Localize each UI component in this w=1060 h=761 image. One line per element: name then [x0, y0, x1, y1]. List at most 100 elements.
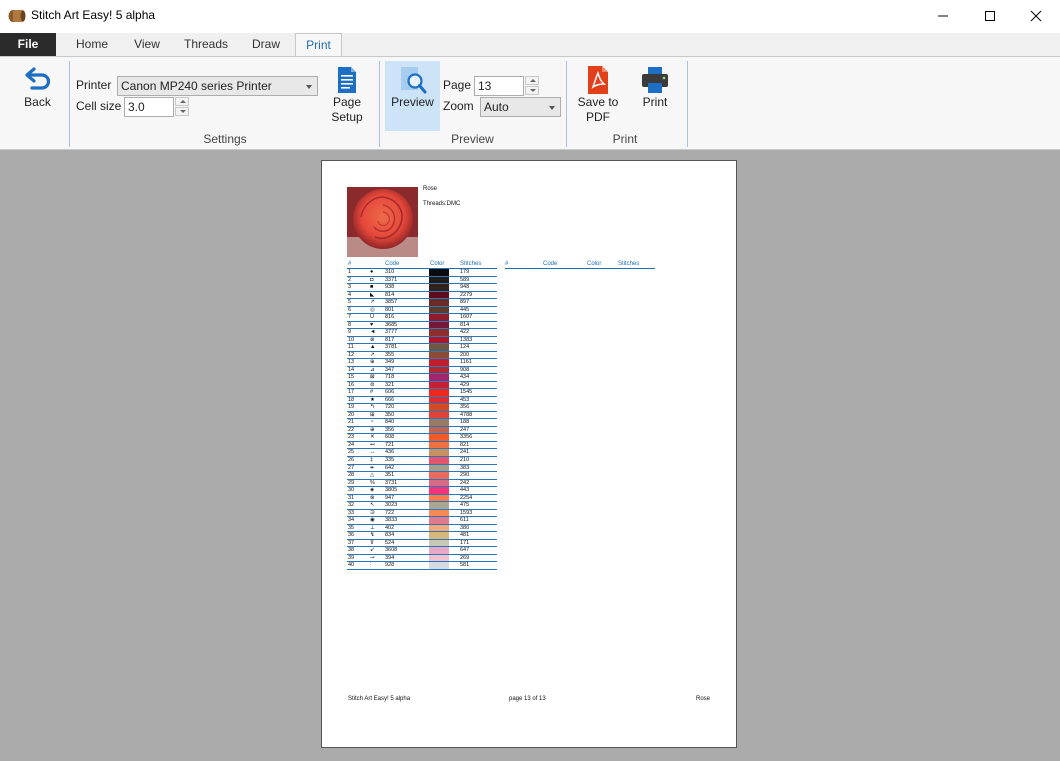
page-down-button[interactable]: [525, 86, 539, 95]
row-code: 356: [385, 426, 395, 433]
table-row: 15 ⊠ 718 434: [347, 374, 497, 382]
table-row: 5 ↗ 3857 897: [347, 299, 497, 307]
row-stitches: 611: [460, 517, 469, 524]
row-number: 16: [348, 381, 355, 388]
row-symbol: ⊗: [370, 336, 375, 343]
row-symbol: ⊠: [370, 374, 375, 381]
row-code: 3781: [385, 344, 398, 351]
row-number: 4: [348, 291, 352, 298]
page-number-value: 13: [478, 79, 492, 93]
row-symbol: Ü: [370, 314, 374, 321]
save-pdf-label-1: Save to: [577, 95, 619, 109]
row-number: 5: [348, 299, 352, 306]
row-symbol: ◔: [370, 419, 374, 426]
row-number: 19: [348, 404, 355, 411]
color-swatch: [429, 374, 449, 381]
color-swatch: [429, 441, 449, 449]
color-swatch: [429, 464, 449, 472]
tab-draw[interactable]: Draw: [240, 33, 292, 56]
table-row: 9 ◄ 3777 422: [347, 329, 497, 337]
color-swatch: [429, 366, 449, 374]
color-swatch: [429, 299, 449, 306]
row-stitches: 908: [460, 366, 470, 373]
row-code: 351: [385, 472, 395, 479]
preview-button[interactable]: Preview: [385, 61, 440, 131]
table-row: 19 ↰ 720 356: [347, 404, 497, 412]
zoom-value: Auto: [484, 100, 509, 114]
header-color: Color: [430, 261, 445, 267]
back-button[interactable]: Back: [10, 65, 65, 110]
row-number: 13: [348, 359, 355, 366]
minimize-button[interactable]: [920, 0, 966, 32]
row-number: 3: [348, 284, 352, 291]
color-swatch: [429, 321, 449, 329]
row-stitches: 2254: [460, 494, 473, 501]
row-symbol: ◣: [370, 291, 375, 298]
row-code: 722: [385, 509, 395, 516]
maximize-button[interactable]: [967, 0, 1013, 32]
table-row: 22 ⊕ 356 247: [347, 426, 497, 435]
zoom-select[interactable]: Auto: [480, 97, 561, 117]
row-stitches: 1545: [460, 389, 473, 396]
row-stitches: 581: [460, 562, 470, 569]
header-code: Code: [385, 261, 400, 267]
page-up-button[interactable]: [525, 76, 539, 85]
color-swatch: [429, 344, 449, 351]
row-number: 2: [348, 276, 352, 283]
row-symbol: ⊸: [370, 554, 375, 561]
row-stitches: 269: [460, 554, 470, 561]
footer-pattern-name: Rose: [696, 696, 711, 702]
color-swatch: [429, 524, 449, 532]
color-swatch: [429, 306, 449, 314]
color-swatch: [429, 539, 449, 547]
row-symbol: ↰: [370, 404, 375, 411]
row-code: 938: [385, 284, 395, 291]
tab-threads[interactable]: Threads: [176, 33, 236, 56]
cell-size-input[interactable]: 3.0: [124, 97, 189, 117]
cell-size-up-button[interactable]: [175, 97, 189, 106]
row-symbol: ↤: [370, 441, 375, 448]
row-number: 22: [348, 426, 355, 433]
magnifier-icon: [400, 67, 426, 94]
row-code: 3833: [385, 517, 398, 524]
header-color: Color: [587, 261, 602, 267]
cell-size-down-button[interactable]: [175, 107, 189, 116]
row-stitches: 210: [460, 457, 470, 463]
table-row: 16 ⊜ 321 429: [347, 381, 497, 390]
preview-page: Rose Threads:DMC # Code Color Stitches #…: [321, 160, 737, 748]
row-symbol: △: [370, 472, 375, 479]
table-row: 3 ■ 938 948: [347, 284, 497, 292]
table-row: 38 ↙ 3608 647: [347, 547, 497, 555]
row-code: 817: [385, 336, 395, 343]
page-setup-button[interactable]: Page Setup: [326, 65, 368, 125]
chevron-down-icon: [306, 85, 312, 89]
row-code: 3371: [385, 276, 398, 283]
print-button[interactable]: Print: [632, 65, 678, 110]
row-symbol: ◈: [370, 487, 375, 494]
table-row: 2 ◘ 3371 589: [347, 276, 497, 285]
table-row: 10 ⊗ 817 1383: [347, 336, 497, 345]
color-swatch: [429, 269, 449, 276]
table-row: 14 ⊿ 347 908: [347, 366, 497, 375]
app-logo-icon: [8, 10, 26, 22]
row-symbol: ⊿: [370, 366, 375, 373]
row-code: 3023: [385, 502, 398, 509]
page-number-input[interactable]: 13: [474, 76, 539, 96]
tab-file[interactable]: File: [0, 33, 56, 56]
row-stitches: 241: [460, 449, 470, 456]
row-code: 840: [385, 419, 395, 426]
close-button[interactable]: [1013, 0, 1059, 32]
color-swatch: [429, 547, 449, 554]
pdf-icon: [588, 66, 608, 94]
printer-select[interactable]: Canon MP240 series Printer: [117, 76, 318, 96]
color-swatch: [429, 396, 449, 404]
save-to-pdf-button[interactable]: Save to PDF: [573, 65, 623, 125]
tab-view[interactable]: View: [122, 33, 172, 56]
table-row: 6 ◎ 801 445: [347, 306, 497, 315]
tab-home[interactable]: Home: [64, 33, 120, 56]
preview-label: Preview: [391, 95, 434, 109]
tab-print[interactable]: Print: [295, 33, 342, 56]
row-code: 666: [385, 396, 395, 403]
print-preview-area[interactable]: Rose Threads:DMC # Code Color Stitches #…: [0, 150, 1060, 761]
row-code: 720: [385, 404, 395, 411]
